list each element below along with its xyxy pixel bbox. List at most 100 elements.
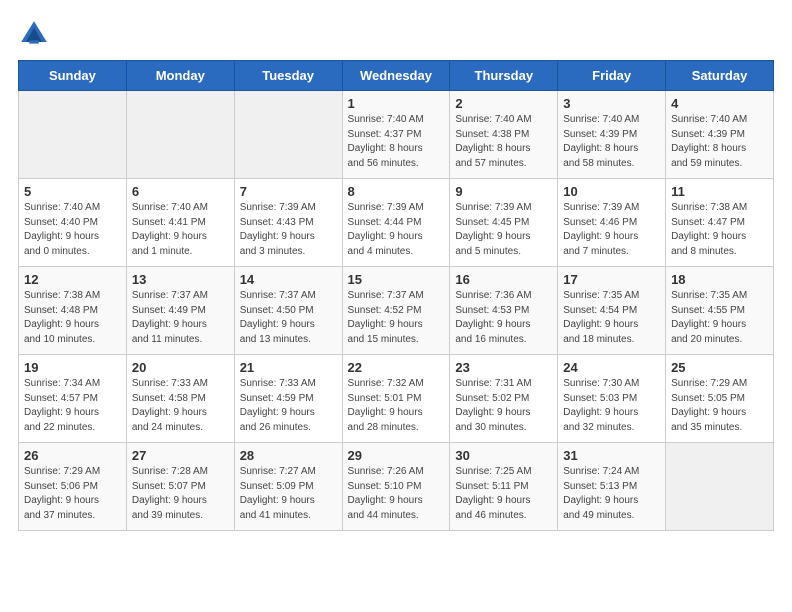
page: SundayMondayTuesdayWednesdayThursdayFrid… [0,0,792,612]
day-info: Sunrise: 7:35 AM Sunset: 4:54 PM Dayligh… [563,289,660,347]
calendar: SundayMondayTuesdayWednesdayThursdayFrid… [18,60,774,531]
calendar-weekday-header: Thursday [450,61,558,91]
day-info: Sunrise: 7:36 AM Sunset: 4:53 PM Dayligh… [455,289,552,347]
day-info: Sunrise: 7:40 AM Sunset: 4:37 PM Dayligh… [348,113,445,171]
calendar-day-cell: 26 Sunrise: 7:29 AM Sunset: 5:06 PM Dayli… [19,443,127,531]
day-number: 4 [671,96,768,111]
calendar-weekday-header: Wednesday [342,61,450,91]
day-info: Sunrise: 7:31 AM Sunset: 5:02 PM Dayligh… [455,377,552,435]
calendar-day-cell: 5 Sunrise: 7:40 AM Sunset: 4:40 PM Daylig… [19,179,127,267]
calendar-day-cell: 2 Sunrise: 7:40 AM Sunset: 4:38 PM Daylig… [450,91,558,179]
day-info: Sunrise: 7:38 AM Sunset: 4:47 PM Dayligh… [671,201,768,259]
day-info: Sunrise: 7:39 AM Sunset: 4:46 PM Dayligh… [563,201,660,259]
day-number: 17 [563,272,660,287]
logo-icon [18,18,50,50]
calendar-weekday-header: Monday [126,61,234,91]
day-info: Sunrise: 7:40 AM Sunset: 4:40 PM Dayligh… [24,201,121,259]
day-number: 23 [455,360,552,375]
day-info: Sunrise: 7:24 AM Sunset: 5:13 PM Dayligh… [563,465,660,523]
day-info: Sunrise: 7:40 AM Sunset: 4:38 PM Dayligh… [455,113,552,171]
calendar-day-cell: 16 Sunrise: 7:36 AM Sunset: 4:53 PM Dayli… [450,267,558,355]
day-number: 18 [671,272,768,287]
calendar-day-cell: 12Sunrise: 7:38 AM Sunset: 4:48 PM Dayli… [19,267,127,355]
day-info: Sunrise: 7:39 AM Sunset: 4:43 PM Dayligh… [240,201,337,259]
day-number: 13 [132,272,229,287]
day-number: 14 [240,272,337,287]
day-number: 19 [24,360,121,375]
day-number: 16 [455,272,552,287]
day-number: 28 [240,448,337,463]
calendar-day-cell: 8 Sunrise: 7:39 AM Sunset: 4:44 PM Daylig… [342,179,450,267]
day-info: Sunrise: 7:29 AM Sunset: 5:06 PM Dayligh… [24,465,121,523]
calendar-day-cell: 15 Sunrise: 7:37 AM Sunset: 4:52 PM Dayli… [342,267,450,355]
day-number: 30 [455,448,552,463]
calendar-day-cell: 22 Sunrise: 7:32 AM Sunset: 5:01 PM Dayli… [342,355,450,443]
calendar-header-row: SundayMondayTuesdayWednesdayThursdayFrid… [19,61,774,91]
day-info: Sunrise: 7:38 AM Sunset: 4:48 PM Dayligh… [24,289,121,347]
day-number: 8 [348,184,445,199]
calendar-day-cell: 21 Sunrise: 7:33 AM Sunset: 4:59 PM Dayli… [234,355,342,443]
calendar-day-cell: 10 Sunrise: 7:39 AM Sunset: 4:46 PM Dayli… [558,179,666,267]
calendar-day-cell: 28 Sunrise: 7:27 AM Sunset: 5:09 PM Dayli… [234,443,342,531]
day-info: Sunrise: 7:39 AM Sunset: 4:45 PM Dayligh… [455,201,552,259]
day-info: Sunrise: 7:40 AM Sunset: 4:39 PM Dayligh… [671,113,768,171]
day-info: Sunrise: 7:40 AM Sunset: 4:41 PM Dayligh… [132,201,229,259]
day-info: Sunrise: 7:35 AM Sunset: 4:55 PM Dayligh… [671,289,768,347]
calendar-day-cell: 19 Sunrise: 7:34 AM Sunset: 4:57 PM Dayli… [19,355,127,443]
day-info: Sunrise: 7:34 AM Sunset: 4:57 PM Dayligh… [24,377,121,435]
logo [18,18,54,50]
day-number: 9 [455,184,552,199]
calendar-day-cell: 6Sunrise: 7:40 AM Sunset: 4:41 PM Daylig… [126,179,234,267]
calendar-day-cell: 7 Sunrise: 7:39 AM Sunset: 4:43 PM Daylig… [234,179,342,267]
day-number: 26 [24,448,121,463]
day-number: 21 [240,360,337,375]
day-number: 3 [563,96,660,111]
calendar-day-cell: 23 Sunrise: 7:31 AM Sunset: 5:02 PM Dayli… [450,355,558,443]
day-number: 7 [240,184,337,199]
calendar-week-row: 5 Sunrise: 7:40 AM Sunset: 4:40 PM Daylig… [19,179,774,267]
calendar-day-cell [19,91,127,179]
calendar-day-cell [666,443,774,531]
calendar-day-cell [126,91,234,179]
header [18,18,774,50]
day-info: Sunrise: 7:40 AM Sunset: 4:39 PM Dayligh… [563,113,660,171]
calendar-day-cell [234,91,342,179]
calendar-day-cell: 4 Sunrise: 7:40 AM Sunset: 4:39 PM Daylig… [666,91,774,179]
day-info: Sunrise: 7:33 AM Sunset: 4:58 PM Dayligh… [132,377,229,435]
calendar-day-cell: 18 Sunrise: 7:35 AM Sunset: 4:55 PM Dayli… [666,267,774,355]
day-number: 15 [348,272,445,287]
calendar-day-cell: 3 Sunrise: 7:40 AM Sunset: 4:39 PM Daylig… [558,91,666,179]
day-number: 22 [348,360,445,375]
calendar-day-cell: 30 Sunrise: 7:25 AM Sunset: 5:11 PM Dayli… [450,443,558,531]
calendar-day-cell: 14 Sunrise: 7:37 AM Sunset: 4:50 PM Dayli… [234,267,342,355]
calendar-day-cell: 27Sunrise: 7:28 AM Sunset: 5:07 PM Dayli… [126,443,234,531]
calendar-day-cell: 1Sunrise: 7:40 AM Sunset: 4:37 PM Daylig… [342,91,450,179]
calendar-day-cell: 11 Sunrise: 7:38 AM Sunset: 4:47 PM Dayli… [666,179,774,267]
day-info: Sunrise: 7:39 AM Sunset: 4:44 PM Dayligh… [348,201,445,259]
day-number: 25 [671,360,768,375]
day-number: 11 [671,184,768,199]
day-info: Sunrise: 7:37 AM Sunset: 4:50 PM Dayligh… [240,289,337,347]
day-number: 29 [348,448,445,463]
day-number: 10 [563,184,660,199]
day-info: Sunrise: 7:28 AM Sunset: 5:07 PM Dayligh… [132,465,229,523]
day-number: 2 [455,96,552,111]
calendar-day-cell: 20 Sunrise: 7:33 AM Sunset: 4:58 PM Dayli… [126,355,234,443]
day-number: 31 [563,448,660,463]
calendar-week-row: 26 Sunrise: 7:29 AM Sunset: 5:06 PM Dayli… [19,443,774,531]
day-number: 5 [24,184,121,199]
calendar-weekday-header: Saturday [666,61,774,91]
calendar-day-cell: 25Sunrise: 7:29 AM Sunset: 5:05 PM Dayli… [666,355,774,443]
day-info: Sunrise: 7:33 AM Sunset: 4:59 PM Dayligh… [240,377,337,435]
day-info: Sunrise: 7:32 AM Sunset: 5:01 PM Dayligh… [348,377,445,435]
calendar-day-cell: 31 Sunrise: 7:24 AM Sunset: 5:13 PM Dayli… [558,443,666,531]
calendar-weekday-header: Sunday [19,61,127,91]
day-info: Sunrise: 7:37 AM Sunset: 4:52 PM Dayligh… [348,289,445,347]
calendar-weekday-header: Tuesday [234,61,342,91]
day-number: 24 [563,360,660,375]
day-info: Sunrise: 7:25 AM Sunset: 5:11 PM Dayligh… [455,465,552,523]
day-info: Sunrise: 7:27 AM Sunset: 5:09 PM Dayligh… [240,465,337,523]
calendar-day-cell: 9 Sunrise: 7:39 AM Sunset: 4:45 PM Daylig… [450,179,558,267]
calendar-day-cell: 17 Sunrise: 7:35 AM Sunset: 4:54 PM Dayli… [558,267,666,355]
day-number: 20 [132,360,229,375]
